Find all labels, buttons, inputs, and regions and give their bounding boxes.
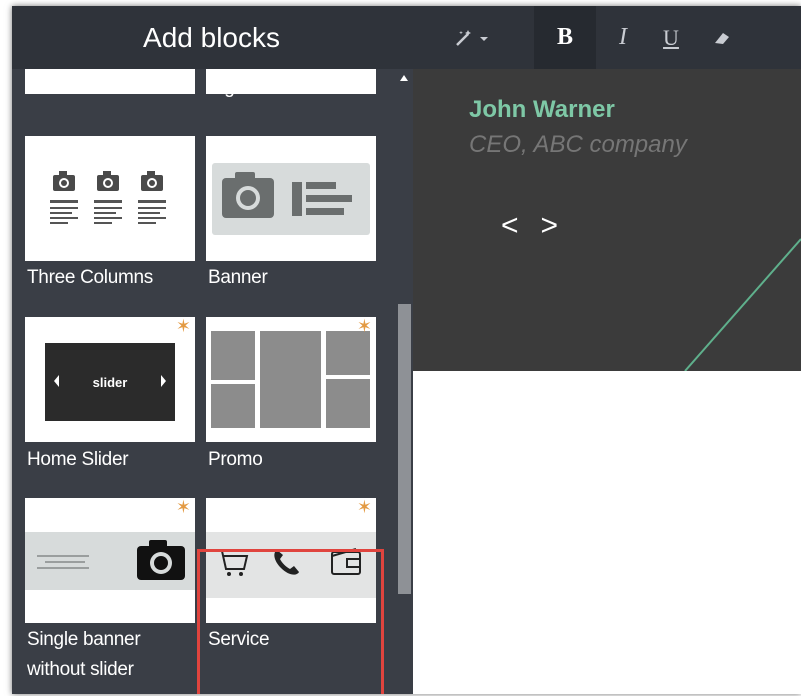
underline-button[interactable]: U	[651, 6, 691, 69]
bold-button[interactable]: B	[534, 6, 596, 69]
star-badge-icon: ✶	[356, 498, 372, 517]
block-label: Features	[27, 77, 100, 98]
block-thumbnail: ✶	[206, 317, 376, 442]
block-thumbnail	[206, 136, 376, 261]
camera-icon	[141, 171, 163, 191]
banner-illustration	[212, 163, 370, 235]
scrollbar-thumb[interactable]	[398, 304, 411, 594]
block-three-columns[interactable]: Three Columns	[25, 136, 195, 294]
block-big-picture[interactable]: Big Picture	[206, 69, 376, 103]
block-thumbnail: slider ✶	[25, 317, 195, 442]
star-badge-icon: ✶	[356, 317, 372, 336]
carousel-controls: < >	[501, 209, 558, 243]
block-thumbnail: ✶	[25, 498, 195, 623]
block-features[interactable]: Features	[25, 69, 195, 103]
testimonial-section: John Warner CEO, ABC company < >	[413, 69, 801, 371]
block-home-slider[interactable]: slider ✶ Home Slider	[25, 317, 195, 475]
three-columns-illustration	[50, 171, 166, 224]
block-label: Home Slider	[27, 449, 129, 470]
scroll-up-arrow-icon[interactable]	[400, 75, 408, 81]
star-badge-icon: ✶	[175, 317, 191, 336]
person-role[interactable]: CEO, ABC company	[469, 131, 687, 159]
panel-title: Add blocks	[12, 6, 413, 69]
block-label: Promo	[208, 449, 263, 470]
block-label: Banner	[208, 267, 268, 288]
formatting-toolbar: B I U	[413, 6, 801, 69]
magic-wand-icon	[456, 29, 488, 46]
star-badge-icon: ✶	[175, 498, 191, 517]
next-arrow-icon[interactable]: >	[541, 209, 559, 243]
eraser-icon	[715, 32, 729, 44]
block-label-line1: Single banner	[27, 629, 141, 650]
selection-highlight	[197, 549, 384, 694]
blocks-list: Features Big Picture Three Columns Banne…	[12, 69, 396, 694]
camera-icon	[53, 171, 75, 191]
camera-icon	[137, 540, 185, 580]
clear-format-button[interactable]	[699, 6, 745, 69]
block-banner[interactable]: Banner	[206, 136, 376, 294]
block-label-line2: without slider	[27, 659, 134, 680]
promo-illustration	[211, 331, 370, 428]
block-label: Big Picture	[208, 77, 297, 98]
editor-window: Add blocks Features Big Picture Three Co…	[12, 6, 801, 694]
block-promo[interactable]: ✶ Promo	[206, 317, 376, 475]
italic-button[interactable]: I	[603, 6, 643, 69]
single-banner-illustration	[25, 532, 195, 590]
camera-icon	[222, 172, 274, 218]
block-label: Three Columns	[27, 267, 153, 288]
magic-wand-dropdown[interactable]	[443, 6, 503, 69]
camera-icon	[97, 171, 119, 191]
person-name[interactable]: John Warner	[469, 96, 615, 124]
add-blocks-panel: Add blocks Features Big Picture Three Co…	[12, 6, 413, 694]
prev-arrow-icon[interactable]: <	[501, 209, 519, 243]
slider-thumb-text: slider	[92, 374, 128, 390]
block-thumbnail	[25, 136, 195, 261]
block-single-banner[interactable]: ✶ Single banner without slider	[25, 498, 195, 694]
blocks-scrollbar[interactable]	[396, 69, 413, 694]
